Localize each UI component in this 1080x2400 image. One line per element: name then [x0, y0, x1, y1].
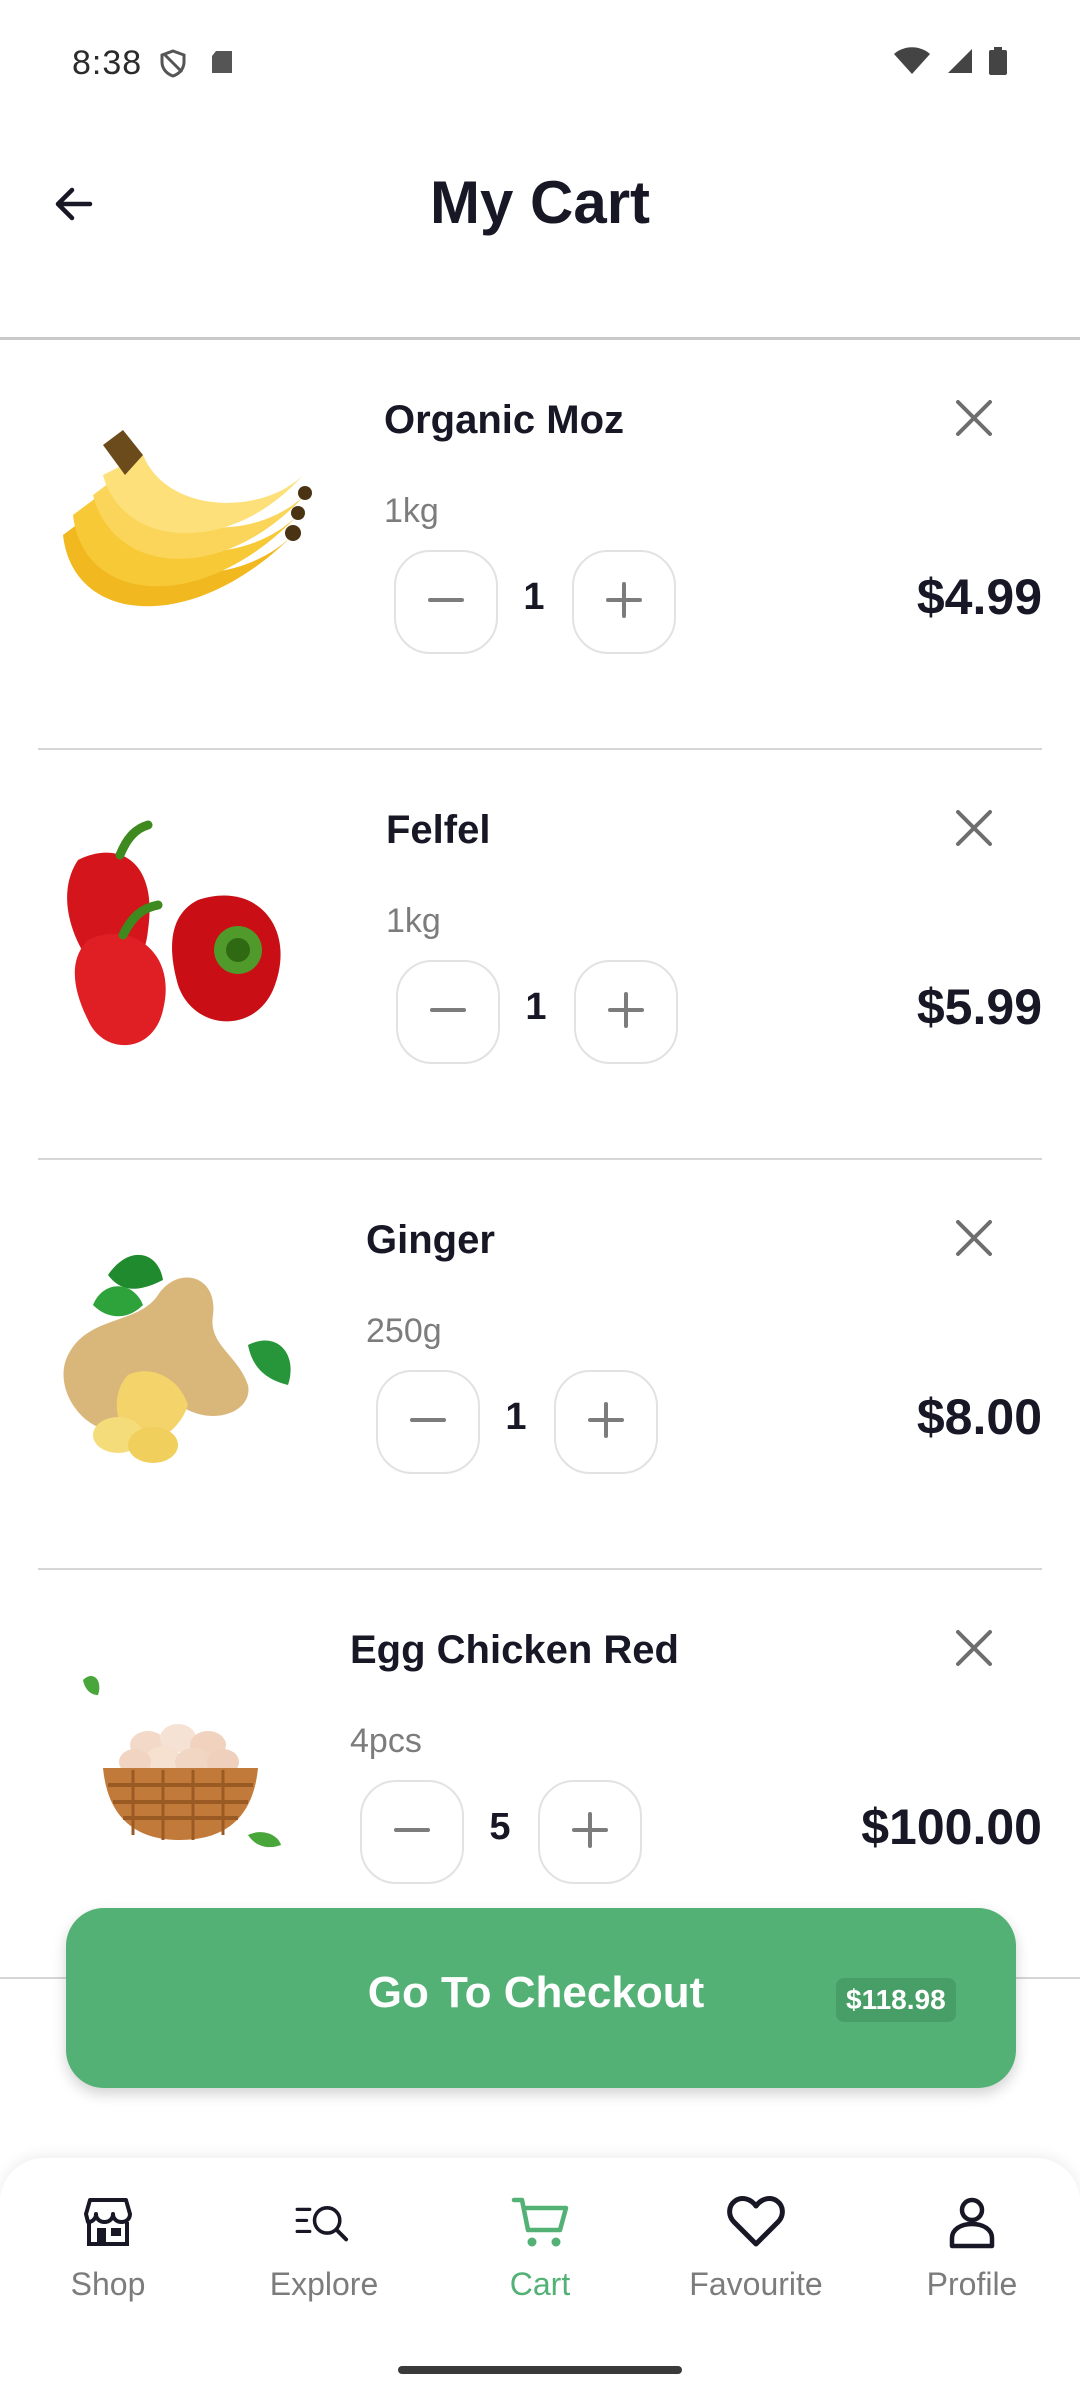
increase-quantity-button[interactable]	[554, 1370, 658, 1474]
ginger-image	[38, 1220, 318, 1480]
plus-icon	[586, 1400, 626, 1445]
increase-quantity-button[interactable]	[574, 960, 678, 1064]
remove-item-button[interactable]	[944, 800, 1004, 860]
eggs-basket-image	[38, 1630, 318, 1890]
cart-item: Ginger 250g 1 $8.00	[38, 1160, 1042, 1568]
cart-item: Organic Moz 1kg 1 $4.99	[38, 340, 1042, 748]
item-price: $8.00	[916, 1389, 1042, 1445]
close-icon	[954, 1218, 994, 1263]
heart-icon	[726, 2192, 786, 2252]
nav-label-profile: Profile	[926, 2266, 1018, 2302]
close-icon	[954, 808, 994, 853]
nav-label-shop: Shop	[70, 2266, 146, 2302]
wifi-icon	[892, 46, 932, 81]
quantity-value: 1	[525, 986, 547, 1028]
shield-icon	[158, 48, 188, 83]
remove-item-button[interactable]	[944, 1210, 1004, 1270]
battery-icon	[988, 46, 1008, 81]
nav-item-favourite[interactable]: Favourite	[656, 2192, 856, 2332]
pepper-image	[38, 810, 318, 1070]
item-name: Organic Moz	[384, 398, 625, 442]
item-unit: 4pcs	[350, 1722, 422, 1760]
quantity-value: 5	[489, 1806, 511, 1848]
home-indicator[interactable]	[398, 2366, 682, 2374]
status-bar: 8:38	[0, 0, 1080, 110]
remove-item-button[interactable]	[944, 390, 1004, 450]
item-name: Egg Chicken Red	[350, 1628, 679, 1672]
status-right-icons	[892, 46, 1008, 81]
cart-icon	[510, 2192, 570, 2252]
item-unit: 1kg	[384, 492, 439, 530]
status-time: 8:38	[72, 44, 143, 82]
header: My Cart	[0, 110, 1080, 338]
item-name: Felfel	[386, 808, 491, 852]
plus-icon	[606, 990, 646, 1035]
minus-icon	[392, 1810, 432, 1855]
decrease-quantity-button[interactable]	[396, 960, 500, 1064]
item-price: $4.99	[916, 569, 1042, 625]
store-icon	[78, 2192, 138, 2252]
nav-item-shop[interactable]: Shop	[8, 2192, 208, 2332]
sd-card-icon	[208, 48, 236, 83]
minus-icon	[408, 1400, 448, 1445]
nav-label-explore: Explore	[269, 2266, 379, 2302]
decrease-quantity-button[interactable]	[360, 1780, 464, 1884]
bottom-navigation: Shop Explore Cart Favourite Profile	[0, 2158, 1080, 2400]
nav-item-cart[interactable]: Cart	[440, 2192, 640, 2332]
search-icon	[294, 2192, 354, 2252]
nav-item-profile[interactable]: Profile	[872, 2192, 1072, 2332]
nav-label-cart: Cart	[509, 2266, 571, 2302]
quantity-value: 1	[523, 576, 545, 618]
close-icon	[954, 1628, 994, 1673]
signal-icon	[946, 47, 974, 80]
remove-item-button[interactable]	[944, 1620, 1004, 1680]
status-left-icons	[158, 48, 236, 83]
decrease-quantity-button[interactable]	[394, 550, 498, 654]
increase-quantity-button[interactable]	[538, 1780, 642, 1884]
close-icon	[954, 398, 994, 443]
item-unit: 1kg	[386, 902, 441, 940]
cart-item: Felfel 1kg 1 $5.99	[38, 750, 1042, 1158]
page-title: My Cart	[429, 169, 651, 236]
item-price: $5.99	[916, 979, 1042, 1035]
item-name: Ginger	[366, 1218, 495, 1262]
person-icon	[942, 2192, 1002, 2252]
nav-item-explore[interactable]: Explore	[224, 2192, 424, 2332]
banana-image	[38, 400, 318, 660]
item-price: $100.00	[861, 1799, 1042, 1855]
minus-icon	[428, 990, 468, 1035]
quantity-value: 1	[505, 1396, 527, 1438]
plus-icon	[604, 580, 644, 625]
increase-quantity-button[interactable]	[572, 550, 676, 654]
checkout-total-badge: $118.98	[836, 1978, 956, 2022]
minus-icon	[426, 580, 466, 625]
decrease-quantity-button[interactable]	[376, 1370, 480, 1474]
nav-label-favourite: Favourite	[689, 2266, 823, 2302]
checkout-button[interactable]: Go To Checkout $118.98	[66, 1908, 1016, 2088]
item-unit: 250g	[366, 1312, 442, 1350]
plus-icon	[570, 1810, 610, 1855]
